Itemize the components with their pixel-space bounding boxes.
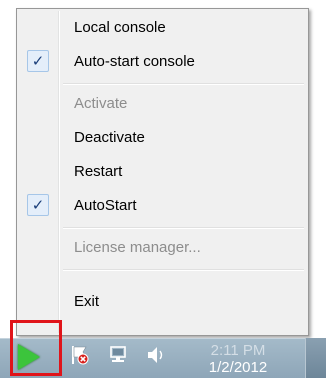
clock-date: 1/2/2012 (208, 359, 268, 376)
network-icon[interactable] (108, 344, 128, 366)
menu-item-label: Exit (74, 293, 100, 310)
tray-context-menu: Local console ✓ Auto-start console Activ… (16, 8, 309, 336)
menu-item-label: Auto-start console (74, 53, 195, 70)
menu-separator (63, 227, 304, 229)
menu-item-deactivate[interactable]: Deactivate (19, 123, 306, 153)
system-clock[interactable]: 2:11 PM 1/2/2012 (190, 342, 286, 376)
menu-item-exit[interactable]: Exit (19, 287, 306, 317)
show-desktop-button[interactable] (305, 338, 326, 378)
speaker-icon[interactable] (146, 344, 166, 366)
menu-item-activate: Activate (19, 89, 306, 119)
menu-item-local-console[interactable]: Local console (19, 13, 306, 43)
menu-item-label: Local console (74, 19, 166, 36)
menu-item-label: AutoStart (74, 197, 137, 214)
menu-item-label: License manager... (74, 239, 201, 256)
menu-item-license-manager: License manager... (19, 233, 306, 263)
menu-item-label: Activate (74, 95, 128, 112)
clock-time: 2:11 PM (210, 342, 266, 359)
menu-separator (63, 83, 304, 85)
screen: Local console ✓ Auto-start console Activ… (0, 0, 326, 378)
menu-item-label: Deactivate (74, 129, 145, 146)
menu-item-label: Restart (74, 163, 123, 180)
checkmark-icon: ✓ (27, 194, 49, 216)
menu-item-auto-start-console[interactable]: ✓ Auto-start console (19, 47, 306, 77)
flag-error-icon[interactable] (70, 344, 90, 366)
menu-item-autostart[interactable]: ✓ AutoStart (19, 191, 306, 221)
highlighted-start-button[interactable] (10, 320, 62, 376)
menu-separator (63, 269, 304, 271)
checkmark-icon: ✓ (27, 50, 49, 72)
menu-item-restart[interactable]: Restart (19, 157, 306, 187)
